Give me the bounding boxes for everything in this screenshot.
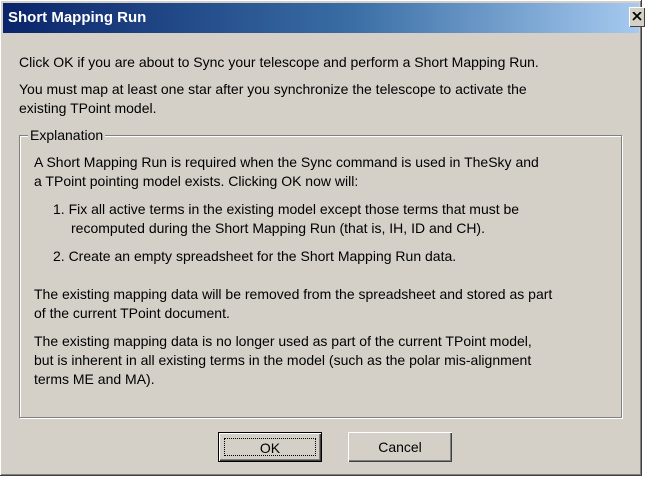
close-button[interactable] [629,7,645,27]
intro-line-3: existing TPoint model. [19,100,157,116]
short-mapping-run-dialog: Short Mapping Run Click OK if you are ab… [0,0,645,476]
explanation-item1-line1: 1. Fix all active terms in the existing … [53,201,520,217]
explanation-para3-line2: but is inherent in all existing terms in… [34,352,532,368]
window-title: Short Mapping Run [8,9,147,26]
explanation-para2-line1: The existing mapping data will be remove… [34,286,553,302]
explanation-legend: Explanation [28,126,106,145]
explanation-para1-line2: a TPoint pointing model exists. Clicking… [34,173,359,189]
cancel-button-label: Cancel [378,439,422,455]
ok-button[interactable]: OK [218,432,322,462]
intro-line-2: You must map at least one star after you… [19,81,527,97]
title-bar[interactable]: Short Mapping Run [3,3,645,33]
explanation-group: Explanation A Short Mapping Run is requi… [19,126,622,418]
cancel-button[interactable]: Cancel [348,432,452,462]
explanation-item2: 2. Create an empty spreadsheet for the S… [53,248,457,264]
intro-line-1: Click OK if you are about to Sync your t… [19,54,539,70]
explanation-para3-line1: The existing mapping data is no longer u… [34,333,532,349]
explanation-item1-line2: recomputed during the Short Mapping Run … [71,220,485,236]
explanation-para2-line2: of the current TPoint document. [34,305,230,321]
close-icon [632,12,642,21]
focus-rectangle [224,438,316,456]
explanation-para3-line3: terms ME and MA). [34,371,155,387]
explanation-para1-line1: A Short Mapping Run is required when the… [34,154,539,170]
